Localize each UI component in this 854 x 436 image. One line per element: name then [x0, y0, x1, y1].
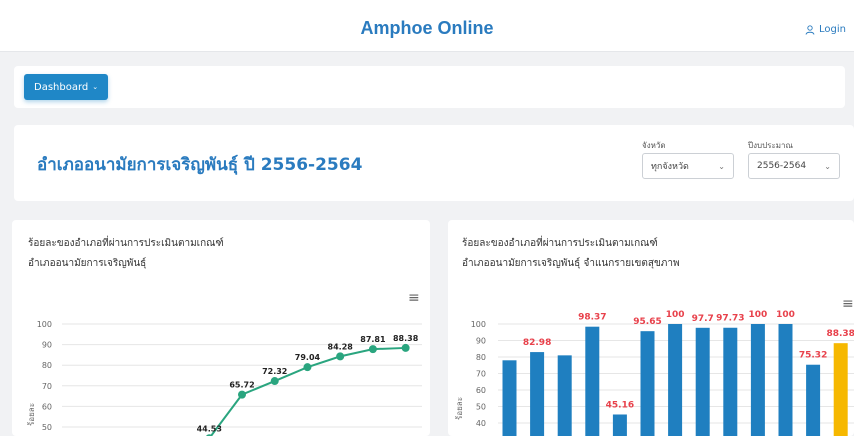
brand-title[interactable]: Amphoe Online — [0, 18, 854, 39]
bar — [557, 355, 572, 436]
user-icon — [805, 24, 815, 35]
y-tick-label: 60 — [42, 402, 52, 411]
data-point — [270, 377, 279, 386]
bar-label: 82.98 — [523, 338, 551, 348]
province-select[interactable]: ทุกจังหวัด ⌄ — [642, 153, 734, 179]
line-chart: 100 90 80 70 60 50 ร้อยละ 44.53 65.72 72.32 79.04 8… — [27, 320, 422, 436]
year-filter: ปีงบประมาณ 2556-2564 ⌄ — [748, 139, 840, 179]
dashboard-button[interactable]: Dashboard ⌄ — [24, 74, 109, 100]
bar — [502, 360, 517, 436]
bar — [612, 414, 627, 436]
y-tick-label: 90 — [476, 337, 486, 346]
chevron-down-icon: ⌄ — [824, 161, 831, 171]
data-label: 84.28 — [328, 342, 354, 351]
bar-chart-card: ร้อยละของอำเภอที่ผ่านการประเมินตามเกณฑ์ … — [448, 220, 854, 436]
login-link[interactable]: Login — [805, 24, 846, 35]
data-label: 88.38 — [393, 334, 419, 343]
year-select-value: 2556-2564 — [757, 161, 807, 171]
data-point — [368, 345, 377, 354]
y-tick-label: 50 — [42, 423, 52, 432]
data-point — [401, 343, 410, 352]
y-tick-label: 80 — [42, 361, 52, 370]
chevron-down-icon: ⌄ — [92, 83, 99, 91]
bar-label: 95.65 — [633, 317, 661, 327]
bar — [833, 343, 848, 436]
y-tick-label: 70 — [476, 370, 486, 379]
bar — [778, 324, 793, 436]
bar-chart: 100 90 80 70 60 50 40 ร้อยละ 82.98 98.37 45.16 95.6… — [455, 310, 854, 436]
bar — [695, 327, 710, 436]
y-tick-label: 40 — [476, 419, 486, 428]
dashboard-label: Dashboard — [34, 81, 89, 93]
bar — [640, 331, 655, 436]
y-tick-label: 100 — [471, 320, 486, 329]
bar-label: 98.37 — [578, 313, 606, 323]
bar — [723, 327, 738, 436]
title-card: อำเภออนามัยการเจริญพันธุ์ ปี 2556-2564 จ… — [14, 125, 854, 201]
data-label: 65.72 — [229, 381, 254, 390]
province-filter-label: จังหวัด — [642, 141, 666, 150]
bar — [585, 326, 600, 436]
login-label: Login — [819, 24, 846, 35]
bar-label: 100 — [666, 310, 685, 320]
y-tick-label: 70 — [42, 382, 52, 391]
y-tick-label: 50 — [476, 403, 486, 412]
y-axis-label: ร้อยละ — [455, 397, 464, 420]
top-navbar: Amphoe Online Login — [0, 0, 854, 52]
y-tick-label: 80 — [476, 353, 486, 362]
bar-label: 100 — [776, 310, 795, 320]
menu-bar: Dashboard ⌄ — [14, 66, 845, 108]
province-filter: จังหวัด ทุกจังหวัด ⌄ — [642, 139, 734, 179]
data-label: 79.04 — [295, 353, 321, 362]
bar — [530, 352, 545, 436]
bar-label: 88.38 — [826, 329, 854, 339]
bar-label: 75.32 — [799, 351, 827, 361]
y-tick-label: 90 — [42, 341, 52, 350]
data-point — [336, 352, 345, 361]
bar — [750, 324, 765, 436]
bar-label: 97.73 — [716, 314, 744, 324]
bar-label: 97.7 — [692, 314, 714, 324]
year-select[interactable]: 2556-2564 ⌄ — [748, 153, 840, 179]
y-tick-label: 100 — [37, 320, 52, 329]
bar — [668, 324, 683, 436]
bar-label: 45.16 — [606, 400, 634, 410]
data-point — [238, 390, 246, 399]
page-title: อำเภออนามัยการเจริญพันธุ์ ปี 2556-2564 — [37, 155, 363, 175]
data-label: 72.32 — [262, 367, 287, 376]
bar-label: 100 — [749, 310, 768, 320]
data-point — [303, 363, 312, 372]
y-axis-label: ร้อยละ — [27, 403, 36, 426]
year-filter-label: ปีงบประมาณ — [748, 141, 793, 150]
y-tick-label: 60 — [476, 386, 486, 395]
bar — [806, 364, 821, 436]
data-label: 87.81 — [360, 335, 386, 344]
data-label: 44.53 — [197, 424, 222, 433]
line-chart-card: ร้อยละของอำเภอที่ผ่านการประเมินตามเกณฑ์ … — [12, 220, 430, 436]
chevron-down-icon: ⌄ — [718, 161, 725, 171]
province-select-value: ทุกจังหวัด — [651, 162, 689, 172]
